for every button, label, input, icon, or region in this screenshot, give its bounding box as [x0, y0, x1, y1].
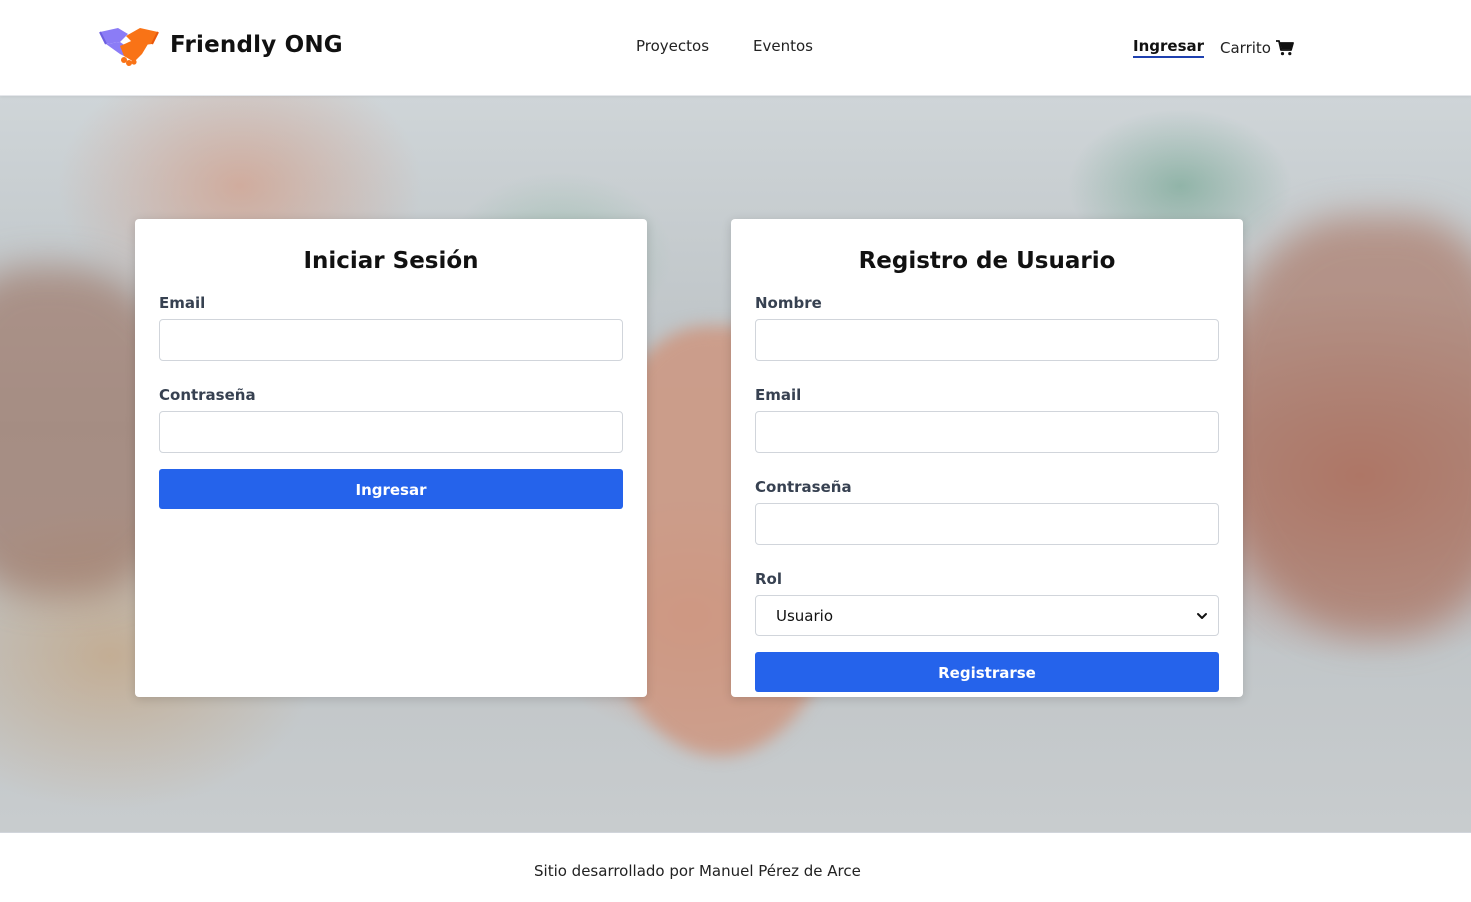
brand-logo-link[interactable]: Friendly ONG — [98, 24, 343, 66]
chevron-down-icon — [1197, 612, 1207, 619]
login-password-input[interactable] — [159, 411, 623, 453]
login-password-label: Contraseña — [159, 386, 256, 404]
register-email-label: Email — [755, 386, 802, 404]
handshake-icon — [99, 28, 159, 66]
main-nav: Proyectos Eventos — [636, 37, 813, 55]
register-password-input[interactable] — [755, 503, 1219, 545]
register-title: Registro de Usuario — [858, 248, 1116, 274]
login-submit-button[interactable]: Ingresar — [159, 469, 623, 509]
cart-link[interactable]: Carrito — [1220, 39, 1294, 57]
hero-arm-right — [1211, 216, 1471, 636]
login-title: Iniciar Sesión — [303, 248, 479, 274]
footer-credit: Sitio desarrollado por Manuel Pérez de A… — [534, 862, 861, 880]
shopping-cart-icon — [1275, 39, 1294, 55]
nav-link-proyectos[interactable]: Proyectos — [636, 37, 709, 55]
cart-label: Carrito — [1220, 38, 1271, 57]
register-role-select[interactable]: Usuario — [755, 595, 1219, 636]
register-card: Registro de Usuario Nombre Email Contras… — [731, 219, 1243, 697]
login-email-label: Email — [159, 294, 206, 312]
nav-link-ingresar[interactable]: Ingresar — [1133, 37, 1205, 58]
register-name-label: Nombre — [755, 294, 822, 312]
role-selected-value: Usuario — [776, 606, 834, 625]
login-card: Iniciar Sesión Email Contraseña Ingresar — [135, 219, 647, 697]
register-name-input[interactable] — [755, 319, 1219, 361]
register-submit-button[interactable]: Registrarse — [755, 652, 1219, 692]
login-email-input[interactable] — [159, 319, 623, 361]
nav-link-eventos[interactable]: Eventos — [753, 37, 813, 55]
top-navbar: Friendly ONG Proyectos Eventos Ingresar … — [0, 0, 1471, 96]
page-footer: Sitio desarrollado por Manuel Pérez de A… — [0, 832, 1471, 902]
user-nav: Ingresar Carrito — [1133, 37, 1294, 58]
register-password-label: Contraseña — [755, 478, 852, 496]
register-email-input[interactable] — [755, 411, 1219, 453]
register-role-label: Rol — [755, 570, 782, 588]
brand-name: Friendly ONG — [170, 32, 343, 58]
